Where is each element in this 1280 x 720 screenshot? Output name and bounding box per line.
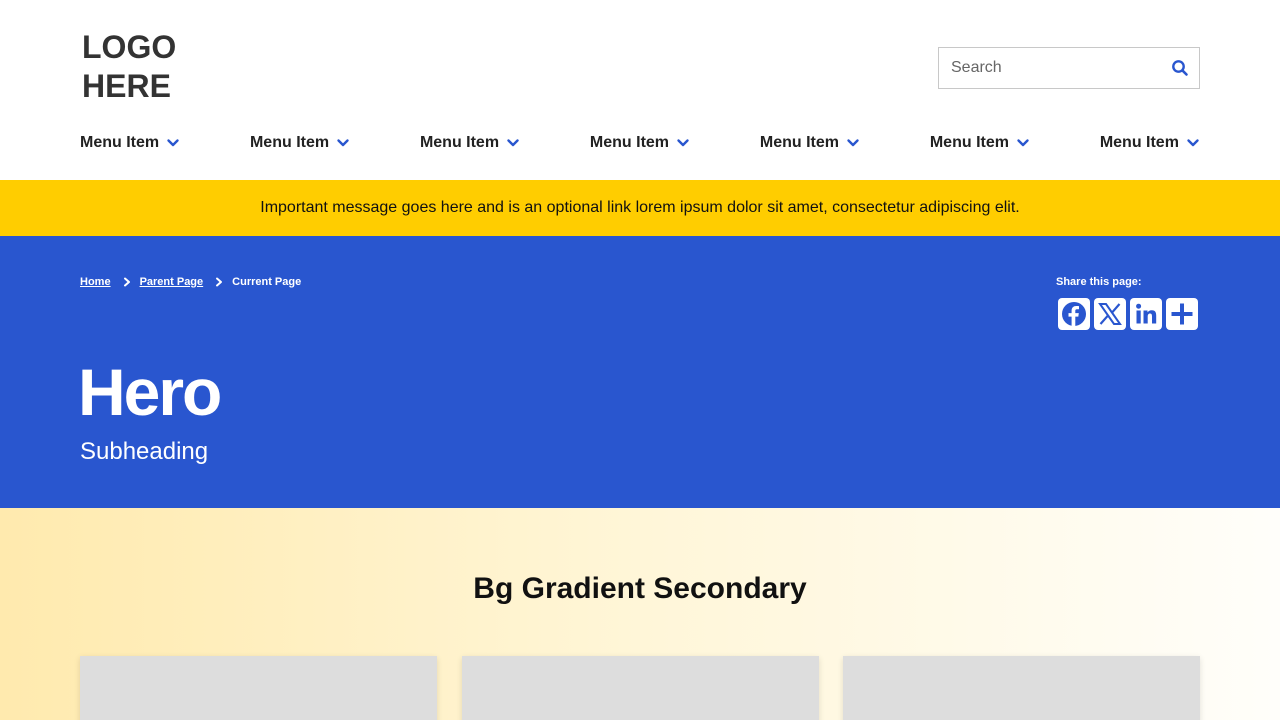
chevron-down-icon xyxy=(677,139,689,147)
chevron-right-icon xyxy=(123,277,130,287)
nav-menu-item-4[interactable]: Menu Item xyxy=(590,134,690,152)
nav-menu-item-label: Menu Item xyxy=(249,134,330,151)
nav-menu-item-7[interactable]: Menu Item xyxy=(1100,134,1200,152)
search-box xyxy=(938,47,1200,89)
chevron-down-icon xyxy=(1187,139,1199,147)
nav-menu-item-label: Menu Item xyxy=(80,134,160,151)
nav-menu-item-label: Menu Item xyxy=(929,134,1009,151)
chevron-down-icon xyxy=(337,139,349,147)
nav-menu-item-2[interactable]: Menu Item xyxy=(250,134,350,152)
chevron-right-icon xyxy=(216,277,223,287)
hero-section: Home Parent Page Current Page Share this… xyxy=(0,236,1280,508)
hero-title: Hero xyxy=(78,355,222,429)
logo[interactable]: LOGO HERE xyxy=(82,28,202,106)
alert-message-link[interactable]: Important message goes here and is an op… xyxy=(260,199,1020,217)
search-icon[interactable] xyxy=(1171,59,1189,77)
nav-menu-item-6[interactable]: Menu Item xyxy=(930,134,1030,152)
breadcrumb-home[interactable]: Home xyxy=(80,276,111,288)
card-3[interactable] xyxy=(843,656,1200,720)
breadcrumb: Home Parent Page Current Page xyxy=(80,276,301,288)
nav-menu-item-label: Menu Item xyxy=(759,134,839,151)
facebook-icon xyxy=(1062,302,1086,326)
share-label: Share this page: xyxy=(1056,276,1142,288)
share-icons xyxy=(1058,298,1200,330)
chevron-down-icon xyxy=(507,139,519,147)
breadcrumb-current-page: Current Page xyxy=(232,276,302,288)
nav-menu-item-label: Menu Item xyxy=(1099,134,1179,151)
linkedin-icon xyxy=(1136,303,1157,324)
alert-banner: Important message goes here and is an op… xyxy=(0,180,1280,236)
breadcrumb-parent-page[interactable]: Parent Page xyxy=(140,276,204,288)
nav-menu-item-3[interactable]: Menu Item xyxy=(420,134,520,152)
share-panel: Share this page: xyxy=(1056,276,1200,330)
chevron-down-icon xyxy=(1017,139,1029,147)
share-x-button[interactable] xyxy=(1094,298,1126,330)
nav-menu-item-label: Menu Item xyxy=(589,134,670,151)
card-1[interactable] xyxy=(80,656,437,720)
nav-menu-item-5[interactable]: Menu Item xyxy=(760,134,860,152)
nav-menu-item-1[interactable]: Menu Item xyxy=(80,134,180,152)
search-input[interactable] xyxy=(939,48,1169,88)
plus-icon xyxy=(1171,303,1193,325)
card-2[interactable] xyxy=(462,656,819,720)
main-nav: Menu Item Menu Item Menu Item Menu Item … xyxy=(80,130,1200,156)
share-more-button[interactable] xyxy=(1166,298,1198,330)
share-facebook-button[interactable] xyxy=(1058,298,1090,330)
section-title: Bg Gradient Secondary xyxy=(473,572,807,605)
x-icon xyxy=(1098,303,1122,325)
share-linkedin-button[interactable] xyxy=(1130,298,1162,330)
chevron-down-icon xyxy=(167,139,179,147)
chevron-down-icon xyxy=(847,139,859,147)
hero-subheading: Subheading xyxy=(80,438,209,465)
gradient-section: Bg Gradient Secondary xyxy=(0,508,1280,720)
site-header: LOGO HERE Menu Item Menu Item Menu Item … xyxy=(0,0,1280,180)
nav-menu-item-label: Menu Item xyxy=(419,134,500,151)
